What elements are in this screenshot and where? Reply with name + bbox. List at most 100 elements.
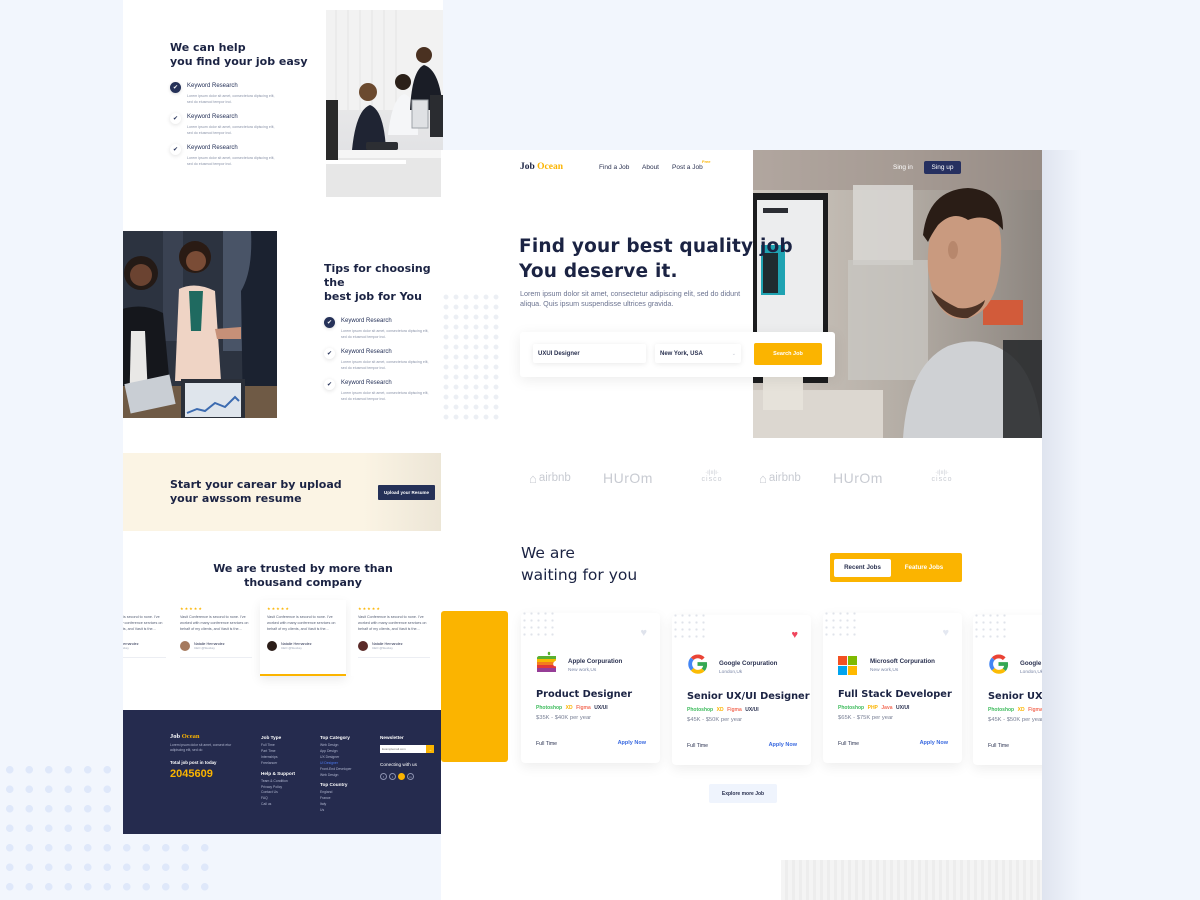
location-select[interactable]: New York, USA ⌄ [655,344,741,363]
tab-feature-jobs[interactable]: Feature Jobs [891,559,957,577]
office-illustration [326,10,443,197]
footer-link[interactable]: Call us [261,802,295,808]
footer: Job Ocean Lorem ipsum dolor sit amet, co… [123,710,443,834]
google-logo-icon [688,654,708,674]
footer-link[interactable]: Front-End Developer [320,767,351,773]
testimonial-card: ★★★★★ Vasit Conference is second to none… [351,600,437,676]
hero-subtitle: Lorem ipsum dolor sit amet, consectetur … [520,289,741,308]
hero-photo [753,150,1042,438]
hurom-logo: HUrOm [603,470,653,486]
handshake-illustration [123,231,277,418]
jobs-section-title: We are waiting for you [521,544,638,584]
hurom-logo: HUrOm [833,470,883,486]
job-title: Senior UX/UI Designer [988,691,1042,702]
skill-tags: Photoshop PHP Java UX/UI [838,705,910,711]
cisco-logo: ·ı|ıı|ı· cisco [931,470,953,483]
job-title: Product Designer [536,689,633,700]
footer-link[interactable]: Web Design [320,773,351,779]
check-circle-icon: ✔ [324,317,335,328]
avatar [267,641,277,652]
tip-item: ✔ Keyword Research Lorem ipsum dolor sit … [324,379,443,402]
avatar [358,641,368,652]
bottom-section-photo [781,860,1042,900]
facebook-icon[interactable]: f [380,773,387,780]
airbnb-icon: ⌂ [529,470,537,486]
resume-banner-title: Start your carear by upload your awssom … [170,478,342,505]
page-shadow [1042,150,1082,900]
apply-now-link[interactable]: Apply Now [769,742,797,748]
airbnb-logo: ⌂ airbnb [759,470,801,486]
footer-description: Lorem ipsum dolor sit amet, consect etur… [170,743,232,752]
tip-item: ✔ Keyword Research Lorem ipsum dolor sit … [324,348,443,371]
avatar [180,641,190,652]
apple-logo-icon [536,651,557,672]
nav-find-a-job[interactable]: Find a Job [599,164,629,171]
favorite-heart-icon-active[interactable]: ♥ [791,629,798,641]
nav-post-a-job[interactable]: Post a Job [672,164,703,171]
divider [180,657,252,659]
job-card[interactable]: Google Corpuration London,Uk Senior UX/U… [973,612,1042,765]
decorative-yellow-block [441,611,508,762]
tips-section: Tips for choosing the best job for You ✔… [324,262,443,402]
job-title: Senior UX/UI Designer [687,691,810,702]
trusted-section-title: We are trusted by more than thousand com… [213,562,393,589]
microsoft-logo-icon [838,656,857,675]
upload-resume-button[interactable]: Upload your Resume [378,485,436,500]
newsletter-submit-button[interactable]: → [426,745,434,753]
resume-upload-banner: Start your carear by upload your awssom … [123,453,443,531]
feature-item: ✔ Keyword Research Lorem ipsum dolor sit … [170,82,308,105]
left-page-preview: We can help you find your job easy ✔ Key… [123,0,443,834]
airbnb-icon: ⌂ [759,470,767,486]
right-page-preview: Job Ocean Find a Job About Post a Job Fr… [441,150,1042,900]
footer-logo[interactable]: Job Ocean [170,733,199,740]
divider [123,657,166,659]
decorative-dot-grid [973,612,1007,642]
apply-now-link[interactable]: Apply Now [618,740,646,746]
brand-logo-strip: ⌂ airbnb HUrOm ·ı|ıı|ı· cisco ⌂ airbnb HUrO… [529,470,977,486]
footer-top-category: Top Category Web Design App Design UX De… [320,735,352,814]
hero-workspace-illustration [753,150,1042,438]
explore-more-jobs-button[interactable]: Explore more Job [709,784,777,803]
instagram-icon[interactable]: ig [398,773,405,780]
nav-about[interactable]: About [642,164,659,171]
rating-stars: ★★★★★ [358,606,381,611]
tab-recent-jobs[interactable]: Recent Jobs [834,558,891,577]
decorative-dot-grid [672,612,706,642]
airbnb-logo: ⌂ airbnb [529,470,571,486]
testimonial-card: ★★★★★ Vasit Conference is second to none… [173,600,259,676]
free-badge: Free [702,159,711,164]
tip-item: ✔ Keyword Research Lorem ipsum dolor sit … [324,317,443,340]
footer-newsletter: Newsletter → Conecting with us f t ig in [380,735,434,780]
job-keyword-input[interactable]: UXUI Designer [533,344,646,363]
feature-item: ✔ Keyword Research Lorem ipsum dolor sit … [170,144,308,167]
check-icon: ✔ [170,144,181,155]
footer-link[interactable]: Us [320,808,351,814]
feature-item: ✔ Keyword Research Lorem ipsum dolor sit … [170,113,308,136]
decorative-dot-grid [521,610,555,640]
search-job-button[interactable]: Search Job [754,343,822,365]
job-card[interactable]: ♥ Apple Corpuration New work,Us Product … [521,610,660,763]
linkedin-icon[interactable]: in [407,773,414,780]
job-card[interactable]: ♥ Google Corpuration London,Uk Senior UX… [672,612,811,765]
newsletter-email-input[interactable] [380,745,426,753]
chevron-down-icon: ⌄ [731,350,736,357]
favorite-heart-icon[interactable]: ♥ [942,627,949,639]
job-search-box: UXUI Designer New York, USA ⌄ Search Job [520,332,835,377]
site-logo[interactable]: Job Ocean [520,162,563,172]
check-icon: ✔ [324,379,335,390]
help-section-title: We can help you find your job easy [170,41,308,68]
job-card[interactable]: ♥ Microsoft Corpuration New work,Us Full… [823,610,962,763]
twitter-icon[interactable]: t [389,773,396,780]
testimonial-card: ★★★★★ Vasit Conference is second to none… [123,600,173,676]
cisco-logo: ·ı|ıı|ı· cisco [701,470,723,483]
skill-tags: Photoshop XD Figma UX/UI [687,707,759,713]
divider [358,657,430,659]
footer-link[interactable]: Freelancer [261,761,295,767]
sign-in-link[interactable]: Sing in [893,164,913,171]
favorite-heart-icon[interactable]: ♥ [640,627,647,639]
tips-section-title: Tips for choosing the best job for You [324,262,431,303]
handshake-photo [123,231,277,418]
apply-now-link[interactable]: Apply Now [920,740,948,746]
sign-up-button[interactable]: Sing up [924,161,961,174]
check-icon: ✔ [170,113,181,124]
